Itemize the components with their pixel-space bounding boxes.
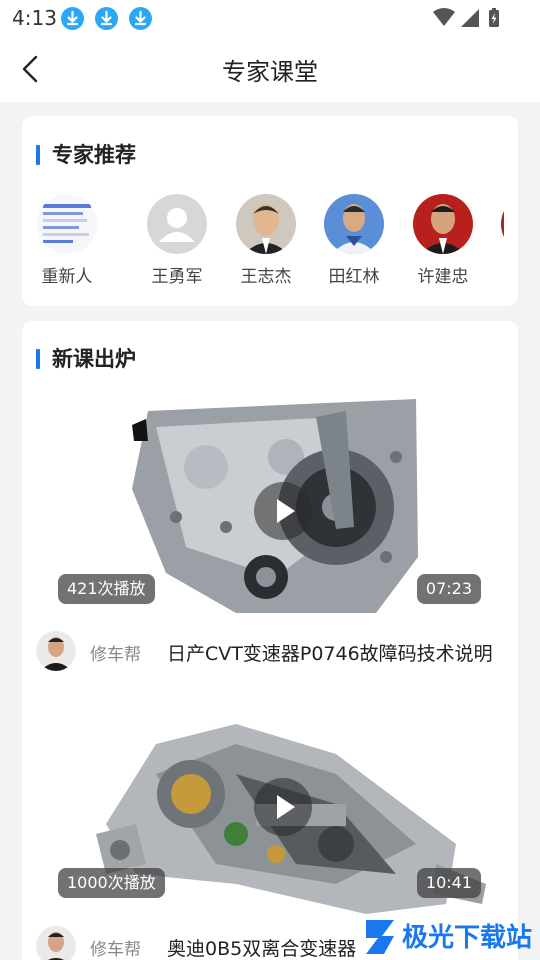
- duration-badge: 07:23: [416, 574, 481, 604]
- download-icon: [129, 7, 152, 30]
- section-title-experts: 专家推荐: [36, 142, 136, 168]
- page-title: 专家课堂: [222, 58, 318, 86]
- play-count-badge: 421次播放: [58, 574, 155, 604]
- nav-bar: 专家课堂: [0, 36, 540, 102]
- watermark-logo: 极光下载站: [366, 920, 532, 954]
- author-avatar: [36, 926, 76, 960]
- course-item[interactable]: 421次播放 07:23 修车帮 日产CVT变速器P0746故障码技术说明: [22, 397, 518, 677]
- wifi-icon: [433, 8, 455, 26]
- status-time: 4:13: [12, 6, 57, 30]
- expert-name: 王志杰: [240, 267, 292, 287]
- status-indicators: [433, 8, 499, 27]
- avatar: [37, 194, 97, 254]
- expert-item[interactable]: 王志杰: [221, 194, 311, 289]
- avatar: [413, 194, 473, 254]
- watermark-text: 极光下载站: [402, 923, 532, 953]
- download-icon: [61, 7, 84, 30]
- author-avatar: [36, 631, 76, 671]
- play-icon: [277, 499, 295, 523]
- expert-name: 重新人: [41, 267, 93, 287]
- experts-list[interactable]: 重新人 王勇军 王志杰 田红林 许建忠: [22, 194, 504, 289]
- download-icon: [95, 7, 118, 30]
- play-icon: [277, 795, 295, 819]
- video-thumbnail[interactable]: 1000次播放 10:41: [36, 714, 504, 932]
- experts-card: 专家推荐 重新人 王勇军 王志杰 田红林 许建忠: [22, 116, 518, 306]
- expert-name: 许建忠: [417, 267, 469, 287]
- signal-icon: [461, 9, 479, 27]
- expert-name: 田红林: [328, 267, 380, 287]
- status-bar: 4:13: [0, 0, 540, 36]
- video-thumbnail[interactable]: 421次播放 07:23: [36, 397, 504, 615]
- author-name: 修车帮: [90, 645, 141, 665]
- avatar: [501, 194, 504, 254]
- avatar: [324, 194, 384, 254]
- course-title: 奥迪0B5双离合变速器: [167, 938, 357, 960]
- play-count-badge: 1000次播放: [58, 868, 165, 898]
- author-name: 修车帮: [90, 940, 141, 960]
- expert-item[interactable]: 田红林: [309, 194, 399, 289]
- battery-charging-icon: [489, 8, 499, 27]
- avatar: [236, 194, 296, 254]
- course-title: 日产CVT变速器P0746故障码技术说明: [167, 643, 493, 665]
- play-button[interactable]: [254, 778, 312, 836]
- expert-item[interactable]: 许建忠: [398, 194, 488, 289]
- default-avatar-icon: [147, 194, 207, 254]
- play-button[interactable]: [254, 482, 312, 540]
- expert-name: 李: [486, 262, 504, 287]
- expert-item[interactable]: 李: [486, 194, 504, 289]
- expert-item[interactable]: 王勇军: [132, 194, 222, 289]
- expert-item[interactable]: 重新人: [22, 194, 112, 289]
- courses-card: 新课出炉 421次播放 07:23 修车帮 日产CVT变速器P0746故障码技术…: [22, 321, 518, 960]
- expert-name: 王勇军: [151, 267, 203, 287]
- section-title-courses: 新课出炉: [36, 346, 136, 372]
- duration-badge: 10:41: [416, 868, 481, 898]
